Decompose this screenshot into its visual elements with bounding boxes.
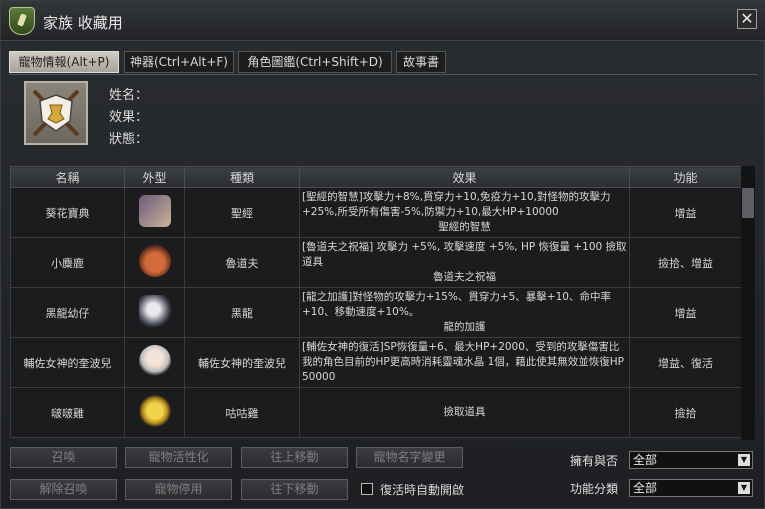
effect-description: [聖經的智慧]攻擊力+8%,貫穿力+10,免疫力+10,對怪物的攻擊力+25%,… (302, 191, 611, 218)
pet-appearance (124, 387, 185, 438)
effect-description: [輔佐女神的復活]SP恢復量+6、最大HP+2000、受到的攻擊傷害比我的角色目… (302, 341, 624, 383)
column-header-appearance[interactable]: 外型 (124, 166, 185, 188)
pet-name: 啵啵雞 (10, 387, 125, 438)
pet-effect: [聖經的智慧]攻擊力+8%,貫穿力+10,免疫力+10,對怪物的攻擊力+25%,… (299, 187, 630, 238)
effect-buff-name: 撿取道具 (443, 406, 486, 418)
window-title: 家族 收藏用 (43, 14, 123, 32)
pet-appearance (124, 187, 185, 238)
pet-portrait (24, 81, 88, 145)
chevron-down-icon: ▼ (738, 482, 750, 494)
auto-enable-on-revive-checkbox[interactable] (361, 483, 373, 495)
name-label: 姓名： (109, 88, 149, 103)
pet-effect: [龍之加護]對怪物的攻擊力+15%、貫穿力+5、暴擊+10、命中率+10、移動速… (299, 287, 630, 338)
deer-icon (138, 245, 171, 277)
effect-buff-name: 魯道夫之祝福 (433, 271, 496, 283)
tab-pet-info[interactable]: 寵物情報(Alt+P) (9, 51, 119, 73)
pet-effect: 撿取道具 (299, 387, 630, 438)
move-up-button[interactable]: 往上移動 (241, 447, 348, 468)
pet-function: 增益 (629, 287, 741, 338)
clan-emblem-icon (9, 7, 35, 35)
effect-buff-name: 聖經的智慧 (438, 221, 491, 233)
pet-function: 增益 (629, 187, 741, 238)
close-button[interactable]: ✕ (737, 9, 757, 29)
table-scrollbar[interactable] (741, 166, 755, 440)
category-filter-select[interactable]: 全部 ▼ (629, 479, 753, 497)
chevron-down-icon: ▼ (738, 454, 750, 466)
table-header-row: 名稱 外型 種類 效果 功能 (10, 166, 741, 188)
pet-activate-button[interactable]: 寵物活性化 (125, 447, 232, 468)
chick-icon (138, 395, 171, 427)
pet-appearance (124, 237, 185, 288)
title-bar[interactable]: 家族 收藏用 ✕ (1, 1, 765, 41)
owned-filter-label: 擁有與否 (570, 454, 619, 468)
table-row[interactable]: 啵啵雞 咕咕雞 撿取道具 撿拾 (10, 387, 741, 438)
pet-type: 聖經 (184, 187, 300, 238)
status-label: 狀態： (109, 132, 149, 147)
owned-filter-select[interactable]: 全部 ▼ (629, 451, 753, 469)
column-header-type[interactable]: 種類 (184, 166, 300, 188)
scrollbar-thumb[interactable] (742, 188, 754, 218)
auto-enable-on-revive-label: 復活時自動開啟 (380, 483, 465, 497)
column-header-effect[interactable]: 效果 (299, 166, 630, 188)
tab-storybook[interactable]: 故事書 (396, 51, 446, 73)
pet-collection-window: 家族 收藏用 ✕ 寵物情報(Alt+P) 神器(Ctrl+Alt+F) 角色圖鑑… (0, 0, 765, 509)
pet-name: 葵花寶典 (10, 187, 125, 238)
table-row[interactable]: 黑龍幼仔 黑龍 [龍之加護]對怪物的攻擊力+15%、貫穿力+5、暴擊+10、命中… (10, 287, 741, 338)
pet-function: 撿拾、增益 (629, 237, 741, 288)
move-down-button[interactable]: 往下移動 (241, 479, 348, 500)
pet-disable-button[interactable]: 寵物停用 (125, 479, 232, 500)
pet-type: 黑龍 (184, 287, 300, 338)
pet-type: 輔佐女神的奎波兒 (184, 337, 300, 388)
rename-pet-button[interactable]: 寵物名字變更 (356, 447, 463, 468)
effect-description: [龍之加護]對怪物的攻擊力+15%、貫穿力+5、暴擊+10、命中率+10、移動速… (302, 291, 611, 318)
table-row[interactable]: 小麋鹿 魯道夫 [魯道夫之祝福] 攻擊力 +5%, 攻擊速度 +5%, HP 恢… (10, 237, 741, 288)
pet-name: 輔佐女神的奎波兒 (10, 337, 125, 388)
column-header-function[interactable]: 功能 (629, 166, 741, 188)
pet-name: 小麋鹿 (10, 237, 125, 288)
pet-info-panel: 姓名： 效果： 狀態： (9, 74, 758, 160)
goddess-icon (138, 345, 171, 377)
pet-effect: [輔佐女神的復活]SP恢復量+6、最大HP+2000、受到的攻擊傷害比我的角色目… (299, 337, 630, 388)
summon-button[interactable]: 召喚 (10, 447, 117, 468)
table-row[interactable]: 輔佐女神的奎波兒 輔佐女神的奎波兒 [輔佐女神的復活]SP恢復量+6、最大HP+… (10, 337, 741, 388)
tab-artifact[interactable]: 神器(Ctrl+Alt+F) (124, 51, 234, 73)
pet-effect: [魯道夫之祝福] 攻擊力 +5%, 攻擊速度 +5%, HP 恢復量 +100 … (299, 237, 630, 288)
pet-appearance (124, 337, 185, 388)
category-filter-label: 功能分類 (570, 482, 619, 496)
pet-appearance (124, 287, 185, 338)
table-row[interactable]: 葵花寶典 聖經 [聖經的智慧]攻擊力+8%,貫穿力+10,免疫力+10,對怪物的… (10, 187, 741, 238)
effect-buff-name: 龍的加護 (443, 321, 486, 333)
owned-filter-value: 全部 (633, 453, 658, 467)
pet-table: 名稱 外型 種類 效果 功能 葵花寶典 聖經 [聖經的智慧]攻擊力+8%,貫穿力… (10, 166, 741, 440)
pet-function: 撿拾 (629, 387, 741, 438)
unsummon-button[interactable]: 解除召喚 (10, 479, 117, 500)
pet-name: 黑龍幼仔 (10, 287, 125, 338)
column-header-name[interactable]: 名稱 (10, 166, 125, 188)
scroll-book-icon (138, 195, 171, 227)
black-dragon-icon (138, 295, 171, 327)
effect-description: [魯道夫之祝福] 攻擊力 +5%, 攻擊速度 +5%, HP 恢復量 +100 … (302, 241, 627, 268)
pet-type: 魯道夫 (184, 237, 300, 288)
category-filter-value: 全部 (633, 481, 658, 495)
tab-character-codex[interactable]: 角色圖鑑(Ctrl+Shift+D) (238, 51, 392, 73)
effect-label: 效果： (109, 110, 149, 125)
crossed-swords-shield-icon (32, 89, 80, 137)
pet-function: 增益、復活 (629, 337, 741, 388)
pet-type: 咕咕雞 (184, 387, 300, 438)
